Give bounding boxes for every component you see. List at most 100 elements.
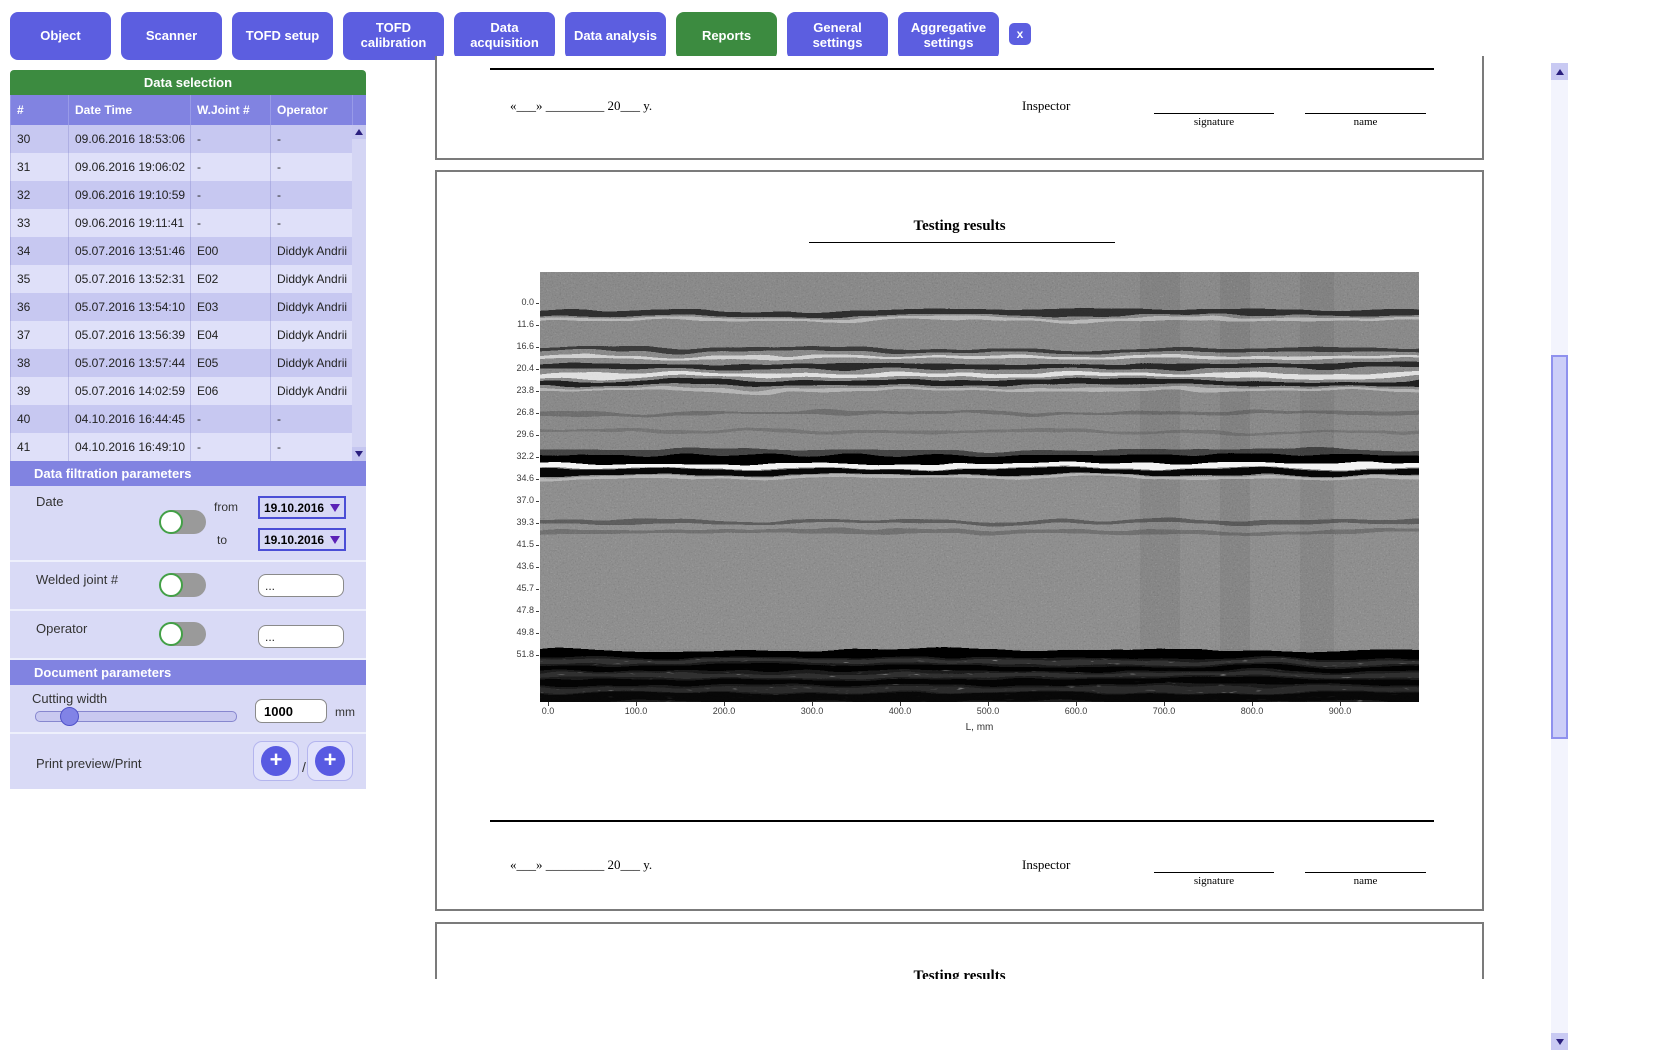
toolbar-close-button[interactable]: x: [1009, 23, 1031, 45]
y-tick: [536, 413, 539, 414]
date-filter-label: Date: [36, 494, 63, 509]
y-tick: [536, 611, 539, 612]
table-cell: 41: [10, 433, 68, 461]
slider-thumb[interactable]: [60, 707, 79, 726]
table-cell: -: [270, 405, 352, 433]
y-tick: [536, 435, 539, 436]
operator-input[interactable]: [258, 625, 344, 648]
vertical-scrollbar[interactable]: [1551, 63, 1568, 1050]
table-row[interactable]: 3405.07.2016 13:51:46E00Diddyk Andrii: [10, 237, 366, 265]
table-row[interactable]: 3605.07.2016 13:54:10E03Diddyk Andrii: [10, 293, 366, 321]
document-section-title: Document parameters: [10, 660, 366, 685]
table-cell: E04: [190, 321, 270, 349]
y-tick: [536, 523, 539, 524]
table-scroll-down-button[interactable]: [352, 447, 366, 461]
table-cell: 32: [10, 181, 68, 209]
table-cell: -: [270, 153, 352, 181]
cutting-width-slider[interactable]: [35, 711, 237, 722]
plus-icon: +: [315, 746, 345, 776]
table-row[interactable]: 4004.10.2016 16:44:45--: [10, 405, 366, 433]
triangle-down-icon: [330, 536, 340, 544]
name-line: [1305, 113, 1426, 114]
column-header: W.Joint #: [190, 95, 270, 125]
scroll-down-button[interactable]: [1551, 1033, 1568, 1050]
y-axis-label: 20.4: [500, 363, 534, 373]
x-tick: [900, 702, 901, 706]
dropdown-arrow-button[interactable]: [326, 504, 344, 512]
y-tick: [536, 655, 539, 656]
toolbar-button-data-acquisition[interactable]: Data acquisition: [454, 12, 555, 60]
date-to-dropdown[interactable]: 19.10.2016: [258, 528, 346, 551]
x-tick: [1252, 702, 1253, 706]
x-tick: [1076, 702, 1077, 706]
document-panel: Cutting width mm Print preview/Print + /…: [10, 685, 366, 789]
welded-joint-input[interactable]: [258, 574, 344, 597]
operator-filter-row: Operator: [10, 611, 366, 660]
table-row[interactable]: 3109.06.2016 19:06:02--: [10, 153, 366, 181]
print-separator: /: [302, 759, 306, 775]
y-axis-label: 32.2: [500, 451, 534, 461]
data-selection-title: Data selection: [10, 70, 366, 95]
toolbar-button-object[interactable]: Object: [10, 12, 111, 60]
cutting-width-input[interactable]: [255, 699, 327, 723]
scan-x-axis-title: L, mm: [540, 722, 1419, 733]
y-axis-label: 29.6: [500, 429, 534, 439]
x-tick: [548, 702, 549, 706]
welded-joint-label: Welded joint #: [36, 572, 118, 587]
y-tick: [536, 303, 539, 304]
table-scrollbar[interactable]: [352, 125, 366, 461]
y-axis-label: 26.8: [500, 407, 534, 417]
date-from-dropdown[interactable]: 19.10.2016: [258, 496, 346, 519]
scrollbar-thumb[interactable]: [1551, 355, 1568, 739]
table-cell: 30: [10, 125, 68, 153]
toggle-knob-icon: [159, 573, 183, 597]
toolbar-button-scanner[interactable]: Scanner: [121, 12, 222, 60]
plus-icon: +: [261, 746, 291, 776]
table-cell: 39: [10, 377, 68, 405]
table-row[interactable]: 3309.06.2016 19:11:41--: [10, 209, 366, 237]
toolbar-button-data-analysis[interactable]: Data analysis: [565, 12, 666, 60]
table-cell: 36: [10, 293, 68, 321]
toolbar-button-general-settings[interactable]: General settings: [787, 12, 888, 60]
name-caption: name: [1305, 116, 1426, 128]
print-preview-button[interactable]: +: [253, 741, 299, 781]
title-underline: [809, 242, 1115, 243]
inspector-label: Inspector: [1022, 857, 1070, 873]
table-scroll-up-button[interactable]: [352, 125, 366, 139]
cutting-width-label: Cutting width: [32, 691, 107, 706]
print-button[interactable]: +: [307, 741, 353, 781]
table-cell: 09.06.2016 18:53:06: [68, 125, 190, 153]
y-axis-label: 16.6: [500, 341, 534, 351]
toolbar-button-tofd-calibration[interactable]: TOFD calibration: [343, 12, 444, 60]
toolbar-button-aggregative-settings[interactable]: Aggregative settings: [898, 12, 999, 60]
table-cell: -: [190, 405, 270, 433]
column-header: #: [10, 95, 68, 125]
table-cell: 34: [10, 237, 68, 265]
operator-toggle[interactable]: [160, 622, 206, 646]
table-row[interactable]: 3905.07.2016 14:02:59E06Diddyk Andrii: [10, 377, 366, 405]
date-filter-toggle[interactable]: [160, 510, 206, 534]
welded-joint-toggle[interactable]: [160, 573, 206, 597]
table-row[interactable]: 3009.06.2016 18:53:06--: [10, 125, 366, 153]
table-cell: E06: [190, 377, 270, 405]
name-line: [1305, 872, 1426, 873]
operator-label: Operator: [36, 621, 87, 636]
toolbar-button-reports[interactable]: Reports: [676, 12, 777, 60]
table-cell: 09.06.2016 19:10:59: [68, 181, 190, 209]
table-row[interactable]: 3505.07.2016 13:52:31E02Diddyk Andrii: [10, 265, 366, 293]
data-table-header: #Date TimeW.Joint #Operator: [10, 95, 366, 125]
table-row[interactable]: 3705.07.2016 13:56:39E04Diddyk Andrii: [10, 321, 366, 349]
triangle-down-icon: [1556, 1039, 1564, 1045]
dropdown-arrow-button[interactable]: [326, 536, 344, 544]
y-tick: [536, 457, 539, 458]
x-axis-label: 500.0: [966, 706, 1010, 716]
table-row[interactable]: 3805.07.2016 13:57:44E05Diddyk Andrii: [10, 349, 366, 377]
table-row[interactable]: 4104.10.2016 16:49:10--: [10, 433, 366, 461]
y-axis-label: 11.6: [500, 319, 534, 329]
scroll-up-button[interactable]: [1551, 63, 1568, 80]
toggle-knob-icon: [159, 622, 183, 646]
toolbar-button-tofd-setup[interactable]: TOFD setup: [232, 12, 333, 60]
table-row[interactable]: 3209.06.2016 19:10:59--: [10, 181, 366, 209]
table-cell: 09.06.2016 19:11:41: [68, 209, 190, 237]
x-axis-label: 900.0: [1318, 706, 1362, 716]
